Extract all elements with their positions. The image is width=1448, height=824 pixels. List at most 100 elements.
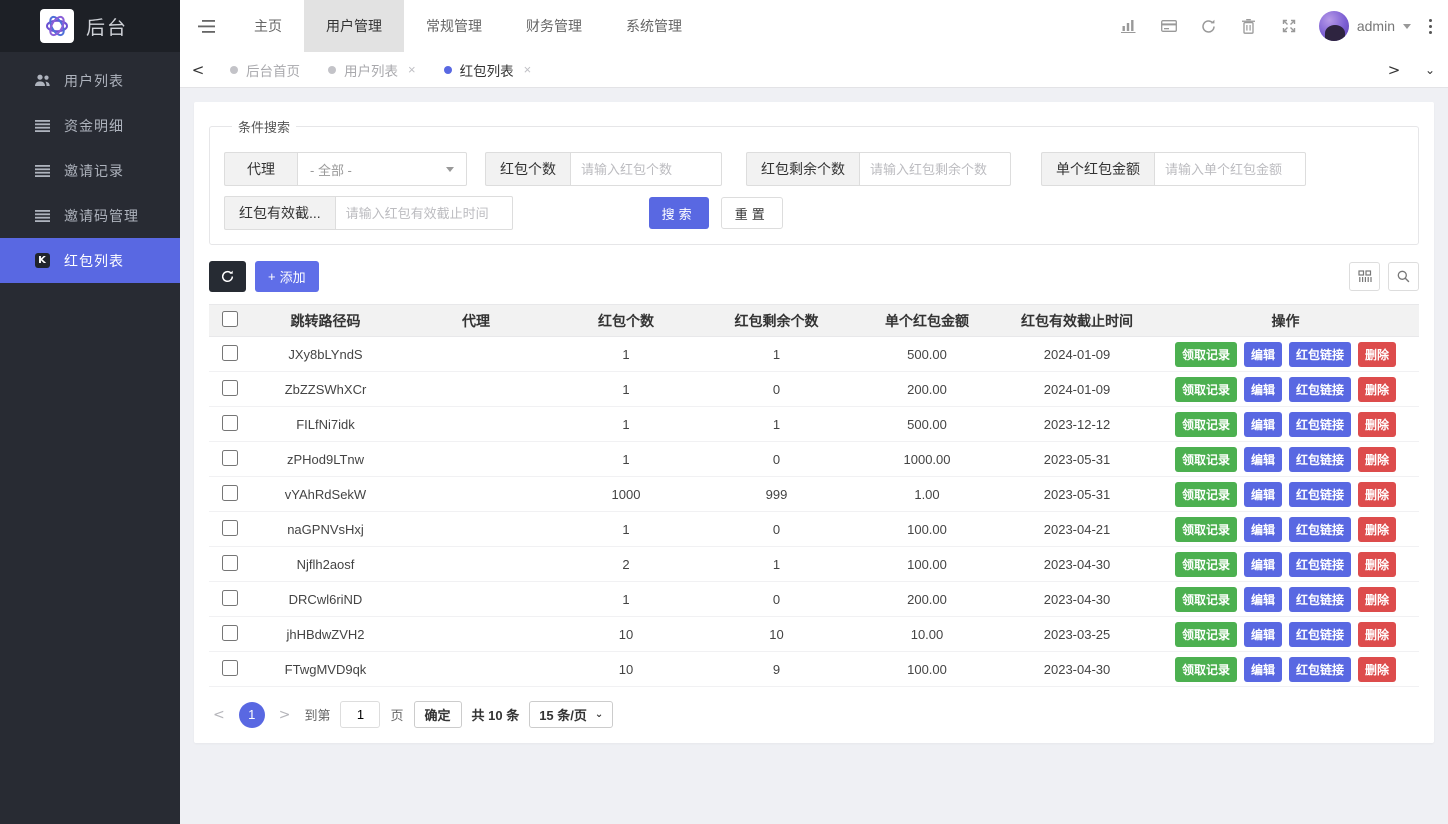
nav-user-management[interactable]: 用户管理 [304, 0, 404, 52]
cell-actions: 领取记录 编辑 红包链接 删除 [1152, 477, 1419, 512]
count-input[interactable] [570, 152, 722, 186]
redpacket-link-button[interactable]: 红包链接 [1289, 587, 1351, 612]
table-row: FILfNi7idk 1 1 500.00 2023-12-12 领取记录 编辑… [209, 407, 1419, 442]
redpacket-link-button[interactable]: 红包链接 [1289, 377, 1351, 402]
close-icon[interactable]: × [524, 62, 532, 77]
delete-button[interactable]: 删除 [1358, 517, 1396, 542]
agent-select[interactable]: - 全部 - [297, 152, 467, 186]
row-checkbox[interactable] [222, 520, 238, 536]
delete-button[interactable]: 删除 [1358, 552, 1396, 577]
tab-user-list[interactable]: 用户列表 × [314, 52, 430, 88]
claim-records-button[interactable]: 领取记录 [1175, 482, 1237, 507]
delete-button[interactable]: 删除 [1358, 622, 1396, 647]
page-size-select[interactable]: 15 条/页 ⌄ [529, 701, 613, 728]
claim-records-button[interactable]: 领取记录 [1175, 412, 1237, 437]
redpacket-link-button[interactable]: 红包链接 [1289, 342, 1351, 367]
row-checkbox[interactable] [222, 485, 238, 501]
next-page-icon[interactable]: > [275, 707, 295, 723]
row-checkbox[interactable] [222, 660, 238, 676]
chart-icon[interactable] [1109, 0, 1149, 52]
fullscreen-icon[interactable] [1269, 0, 1309, 52]
tabs-scroll-right-icon[interactable]: > [1376, 52, 1412, 88]
nav-finance-management[interactable]: 财务管理 [504, 0, 604, 52]
edit-button[interactable]: 编辑 [1244, 552, 1282, 577]
logo-bar[interactable]: 后台 [0, 0, 180, 52]
amount-input[interactable] [1154, 152, 1306, 186]
search-toggle-icon[interactable] [1388, 262, 1419, 291]
more-menu-icon[interactable] [1421, 19, 1448, 34]
edit-button[interactable]: 编辑 [1244, 517, 1282, 542]
close-icon[interactable]: × [408, 62, 416, 77]
goto-confirm-button[interactable]: 确定 [414, 701, 462, 728]
page-number-button[interactable]: 1 [239, 702, 265, 728]
redpacket-link-button[interactable]: 红包链接 [1289, 482, 1351, 507]
row-checkbox[interactable] [222, 625, 238, 641]
add-button[interactable]: + 添加 [255, 261, 319, 292]
claim-records-button[interactable]: 领取记录 [1175, 552, 1237, 577]
redpacket-link-button[interactable]: 红包链接 [1289, 552, 1351, 577]
sidebar-item-user-list[interactable]: 用户列表 [0, 58, 180, 103]
delete-button[interactable]: 删除 [1358, 447, 1396, 472]
edit-button[interactable]: 编辑 [1244, 447, 1282, 472]
redpacket-link-button[interactable]: 红包链接 [1289, 622, 1351, 647]
edit-button[interactable]: 编辑 [1244, 412, 1282, 437]
claim-records-button[interactable]: 领取记录 [1175, 622, 1237, 647]
reset-button[interactable]: 重置 [721, 197, 783, 229]
nav-home[interactable]: 主页 [232, 0, 304, 52]
user-menu[interactable]: admin [1309, 11, 1421, 41]
delete-button[interactable]: 删除 [1358, 657, 1396, 682]
columns-toggle-icon[interactable] [1349, 262, 1380, 291]
sidebar-item-redpacket-list[interactable]: K 红包列表 [0, 238, 180, 283]
row-checkbox[interactable] [222, 450, 238, 466]
delete-button[interactable]: 删除 [1358, 412, 1396, 437]
nav-general-management[interactable]: 常规管理 [404, 0, 504, 52]
tab-redpacket-list[interactable]: 红包列表 × [430, 52, 546, 88]
claim-records-button[interactable]: 领取记录 [1175, 657, 1237, 682]
delete-button[interactable]: 删除 [1358, 587, 1396, 612]
edit-button[interactable]: 编辑 [1244, 482, 1282, 507]
goto-page-input[interactable] [340, 701, 380, 728]
trash-icon[interactable] [1229, 0, 1269, 52]
delete-button[interactable]: 删除 [1358, 377, 1396, 402]
sidebar-toggle-icon[interactable] [180, 0, 232, 52]
tabs-dropdown-icon[interactable]: ⌄ [1412, 52, 1448, 88]
delete-button[interactable]: 删除 [1358, 482, 1396, 507]
claim-records-button[interactable]: 领取记录 [1175, 517, 1237, 542]
claim-records-button[interactable]: 领取记录 [1175, 342, 1237, 367]
redpacket-link-button[interactable]: 红包链接 [1289, 517, 1351, 542]
redpacket-link-button[interactable]: 红包链接 [1289, 412, 1351, 437]
claim-records-button[interactable]: 领取记录 [1175, 377, 1237, 402]
cell-deadline: 2023-04-30 [1002, 547, 1152, 582]
nav-system-management[interactable]: 系统管理 [604, 0, 704, 52]
row-checkbox[interactable] [222, 415, 238, 431]
sidebar-item-invite-codes[interactable]: 邀请码管理 [0, 193, 180, 238]
prev-page-icon[interactable]: < [209, 707, 229, 723]
row-checkbox[interactable] [222, 590, 238, 606]
card-icon[interactable] [1149, 0, 1189, 52]
remaining-input[interactable] [859, 152, 1011, 186]
refresh-button[interactable] [209, 261, 246, 292]
claim-records-button[interactable]: 领取记录 [1175, 447, 1237, 472]
edit-button[interactable]: 编辑 [1244, 622, 1282, 647]
tabs-scroll-left-icon[interactable]: < [180, 52, 216, 88]
row-checkbox[interactable] [222, 380, 238, 396]
edit-button[interactable]: 编辑 [1244, 657, 1282, 682]
search-button[interactable]: 搜索 [649, 197, 709, 229]
table-row: FTwgMVD9qk 10 9 100.00 2023-04-30 领取记录 编… [209, 652, 1419, 687]
row-checkbox[interactable] [222, 555, 238, 571]
sidebar-item-fund-detail[interactable]: 资金明细 [0, 103, 180, 148]
edit-button[interactable]: 编辑 [1244, 342, 1282, 367]
redpacket-link-button[interactable]: 红包链接 [1289, 447, 1351, 472]
edit-button[interactable]: 编辑 [1244, 587, 1282, 612]
sidebar-item-invite-records[interactable]: 邀请记录 [0, 148, 180, 193]
deadline-input[interactable] [335, 196, 513, 230]
refresh-icon[interactable] [1189, 0, 1229, 52]
row-checkbox[interactable] [222, 345, 238, 361]
delete-button[interactable]: 删除 [1358, 342, 1396, 367]
select-all-checkbox[interactable] [222, 311, 238, 327]
row-select-cell [209, 337, 250, 372]
tab-dashboard[interactable]: 后台首页 [216, 52, 314, 88]
claim-records-button[interactable]: 领取记录 [1175, 587, 1237, 612]
redpacket-link-button[interactable]: 红包链接 [1289, 657, 1351, 682]
edit-button[interactable]: 编辑 [1244, 377, 1282, 402]
